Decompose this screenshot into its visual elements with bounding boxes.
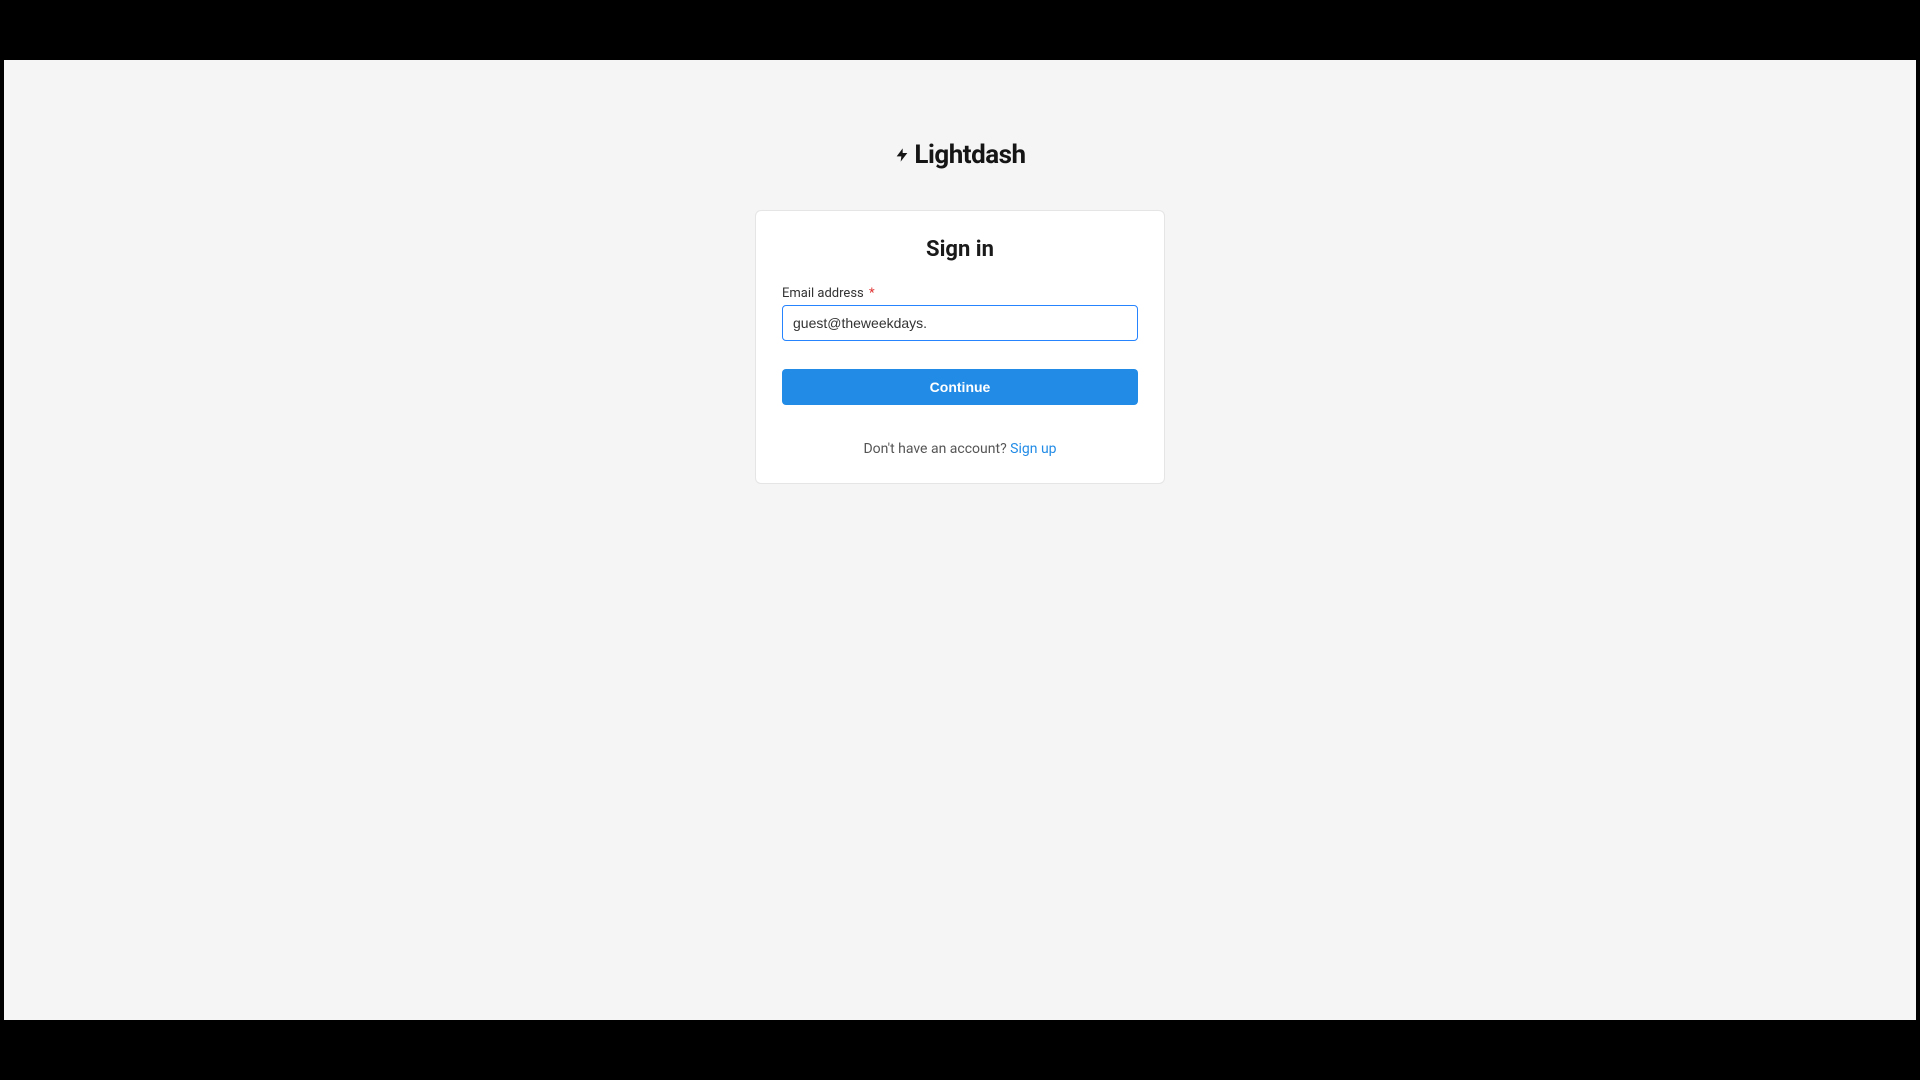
page-viewport: Lightdash Sign in Email address * Contin… <box>4 60 1916 1020</box>
email-field[interactable] <box>782 305 1138 341</box>
email-label-text: Email address <box>782 286 864 301</box>
lightning-bolt-icon <box>894 144 910 166</box>
signup-link[interactable]: Sign up <box>1010 441 1056 457</box>
card-title: Sign in <box>782 237 1138 262</box>
brand-logo: Lightdash <box>894 140 1025 170</box>
required-marker: * <box>869 286 875 301</box>
letterbox-bottom <box>0 1020 1920 1080</box>
signin-card: Sign in Email address * Continue Don't h… <box>755 210 1165 484</box>
letterbox-top <box>0 0 1920 60</box>
signup-prompt-row: Don't have an account? Sign up <box>782 441 1138 457</box>
email-label: Email address * <box>782 286 1138 301</box>
signup-prompt-text: Don't have an account? <box>863 441 1010 457</box>
brand-name: Lightdash <box>914 140 1025 170</box>
continue-button[interactable]: Continue <box>782 369 1138 405</box>
